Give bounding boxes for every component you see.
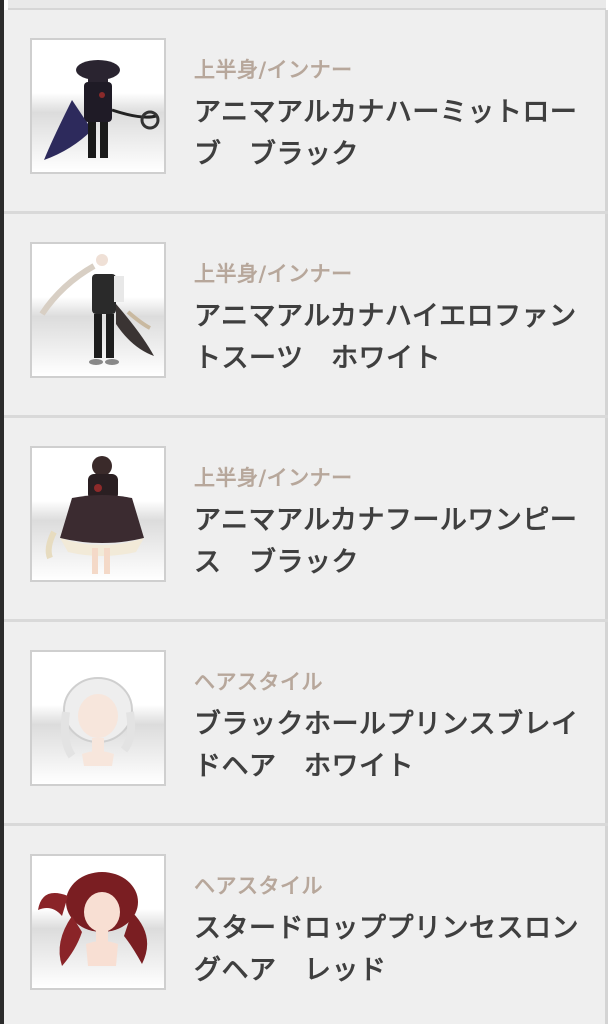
- item-category: 上半身/インナー: [194, 262, 353, 286]
- item-title: アニマアルカナハーミットローブ ブラック: [194, 97, 578, 170]
- red-long-hair-icon: [38, 872, 148, 966]
- list-item[interactable]: 上半身/インナー アニマアルカナハーミットローブ ブラック: [4, 10, 608, 214]
- dark-robe-outfit-icon: [44, 60, 160, 160]
- item-title: アニマアルカナハイエロファントスーツ ホワイト: [194, 301, 577, 374]
- top-divider: [8, 0, 606, 10]
- list-item[interactable]: 上半身/インナー アニマアルカナハイエロファントスーツ ホワイト: [4, 214, 608, 418]
- item-category: ヘアスタイル: [194, 874, 323, 898]
- list-item[interactable]: ヘアスタイル スタードロッププリンセスロングヘア レッド: [4, 826, 608, 1024]
- item-thumbnail: [30, 650, 166, 786]
- list-item[interactable]: 上半身/インナー アニマアルカナフールワンピース ブラック: [4, 418, 608, 622]
- dress-outfit-icon: [45, 456, 144, 574]
- item-title: ブラックホールプリンスブレイドヘア ホワイト: [194, 709, 579, 782]
- item-list: 上半身/インナー アニマアルカナハーミットローブ ブラック 上半身/インナー ア…: [4, 10, 608, 1024]
- item-list-screen: 上半身/インナー アニマアルカナハーミットローブ ブラック 上半身/インナー ア…: [0, 0, 614, 1024]
- item-title: アニマアルカナフールワンピース ブラック: [194, 505, 578, 578]
- white-braid-hair-icon: [60, 677, 136, 766]
- item-category: 上半身/インナー: [194, 58, 353, 82]
- item-thumbnail: [30, 242, 166, 378]
- suit-outfit-icon: [39, 254, 154, 365]
- item-category: 上半身/インナー: [194, 466, 353, 490]
- item-title: スタードロッププリンセスロングヘア レッド: [194, 913, 579, 986]
- item-thumbnail: [30, 38, 166, 174]
- item-category: ヘアスタイル: [194, 670, 323, 694]
- item-thumbnail: [30, 854, 166, 990]
- item-thumbnail: [30, 446, 166, 582]
- list-item[interactable]: ヘアスタイル ブラックホールプリンスブレイドヘア ホワイト: [4, 622, 608, 826]
